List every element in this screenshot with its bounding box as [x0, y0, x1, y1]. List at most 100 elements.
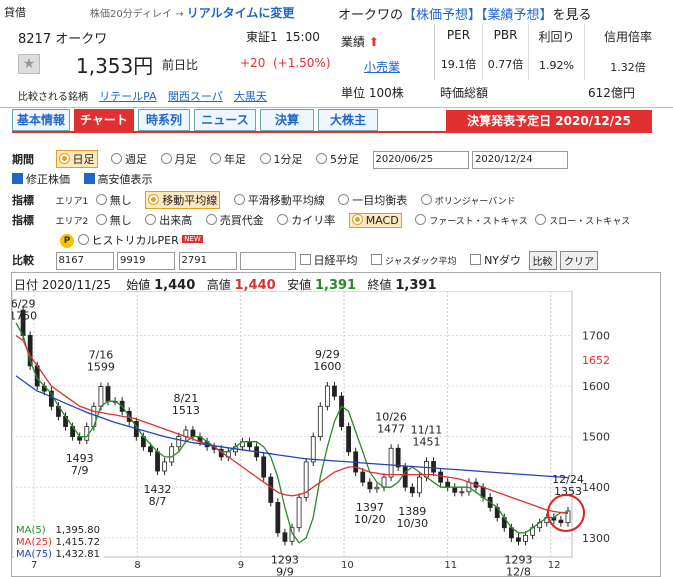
area1-none[interactable]: 無し	[95, 192, 132, 208]
tab-timeseries[interactable]: 時系列	[138, 109, 190, 131]
area2-macd[interactable]: MACD	[348, 213, 402, 228]
x-tick-label: 9	[238, 560, 244, 571]
compare-code-input[interactable]: 9919	[117, 251, 175, 270]
compare-code-input[interactable]: 8167	[55, 251, 114, 270]
candle-body	[402, 466, 408, 488]
area2-none[interactable]: 無し	[95, 212, 132, 228]
area2-volume[interactable]: 出来高	[145, 212, 192, 228]
date-to-input[interactable]: 2020/12/24	[472, 151, 568, 169]
hilo-checkbox[interactable]: 高安値表示	[83, 171, 153, 187]
radio-icon	[210, 153, 221, 164]
candle-body	[268, 476, 274, 503]
x-tick-label: 8	[134, 560, 140, 571]
compare-button[interactable]: 比較	[528, 251, 557, 270]
market-cap-value: 612億円	[588, 86, 635, 100]
indicator-label: 指標	[12, 214, 34, 227]
adjust-checkbox[interactable]: 修正株価	[12, 171, 70, 187]
period-monthly[interactable]: 月足	[160, 151, 197, 167]
compare-stocks: 比較される銘柄 リテールPA 関西スーパ 大黒天	[18, 88, 267, 104]
realtime-link[interactable]: リアルタイムに変更	[187, 6, 295, 20]
stock-price: 1,353円	[76, 54, 154, 78]
option-label: ファースト・ストキャス	[429, 217, 528, 227]
area1-ema[interactable]: 平滑移動平均線	[233, 192, 325, 208]
period-1min[interactable]: 1分足	[259, 151, 303, 167]
compare-link[interactable]: リテールPA	[99, 90, 156, 103]
metric-header: 利回り	[538, 30, 575, 44]
area2-historical-per[interactable]: ヒストリカルPER NEW	[77, 232, 203, 248]
tab-kessan[interactable]: 決算	[260, 109, 314, 131]
candle-body	[438, 471, 444, 483]
sector-link[interactable]: 小売業	[364, 58, 400, 75]
nydow-checkbox[interactable]: NYダウ	[470, 252, 521, 268]
y-tick-label: 1400	[582, 481, 610, 494]
nikkei-checkbox[interactable]: 日経平均	[299, 252, 358, 268]
exchange-time: 東証1 15:00	[246, 28, 320, 45]
option-label: 日足	[72, 153, 95, 166]
candle-body	[155, 451, 160, 472]
tab-shareholders[interactable]: 大株主	[318, 109, 378, 131]
date-from-input[interactable]: 2020/06/25	[372, 151, 469, 169]
candle-body	[296, 496, 302, 529]
annotation-value: 1513	[172, 404, 200, 417]
candle-body	[416, 476, 422, 494]
period-yearly[interactable]: 年足	[210, 151, 246, 167]
option-label: 一目均衡表	[352, 194, 408, 207]
radio-icon	[233, 194, 245, 205]
market-cap-label: 時価総額	[440, 86, 489, 100]
per-row: P ヒストリカルPER NEW	[60, 232, 673, 248]
radio-icon	[415, 214, 427, 225]
adjust-row: 修正株価 高安値表示	[12, 171, 662, 187]
area2-slow-stoch[interactable]: スロー・ストキャス	[535, 214, 630, 227]
area1-row: 指標 エリア1 無し 移動平均線 平滑移動平均線 一目均衡表 ボリンジャーバンド	[12, 191, 662, 209]
radio-icon	[259, 153, 271, 164]
checkbox-icon	[83, 173, 95, 184]
checkbox-icon	[299, 253, 311, 265]
legend-value: 1,395.80	[55, 525, 100, 536]
close-label: 終値	[367, 278, 392, 292]
candle-body	[409, 486, 415, 494]
chart-panel: 日付 2020/11/25 始値 1,440 高値 1,440 安値 1,391…	[11, 272, 661, 577]
metric-pbr: PBR 0.77倍	[483, 24, 529, 80]
x-tick-label: 11	[444, 560, 457, 571]
period-weekly[interactable]: 週足	[111, 151, 147, 167]
area2-kairi[interactable]: カイリ率	[277, 212, 335, 228]
radio-icon	[316, 153, 327, 164]
tab-basic[interactable]: 基本情報	[12, 109, 70, 131]
option-label: 5分足	[330, 153, 359, 166]
area2-turnover[interactable]: 売買代金	[205, 212, 264, 228]
radio-icon	[535, 214, 547, 225]
compare-link[interactable]: 大黒天	[234, 90, 267, 103]
area1-bollinger[interactable]: ボリンジャーバンド	[420, 194, 516, 207]
candle-body	[261, 456, 267, 478]
option-label: NYダウ	[484, 253, 522, 267]
period-row: 期間 日足 週足 月足 年足 1分足 5分足 2020/06/25 2020/1…	[12, 150, 662, 169]
tab-news[interactable]: ニュース	[194, 109, 256, 131]
earnings-forecast-link[interactable]: 【業績予想】	[481, 8, 553, 23]
period-5min[interactable]: 5分足	[316, 151, 359, 167]
compare-code-input[interactable]: 2791	[178, 251, 237, 270]
y-tick-label: 1300	[582, 532, 610, 545]
price-chart[interactable]: 1300140015001600170016527 8 9 10 11 126/29175…	[12, 291, 660, 576]
checkbox-icon	[371, 253, 382, 265]
compare-code-input[interactable]	[240, 251, 296, 270]
y-tick-label: 1600	[582, 380, 610, 393]
area1-ma[interactable]: 移動平均線	[145, 191, 221, 209]
compare-link[interactable]: 関西スーパ	[168, 90, 223, 103]
annotation-date: 7/9	[71, 464, 89, 477]
area1-ichimoku[interactable]: 一目均衡表	[338, 192, 407, 208]
option-label: 年足	[224, 153, 246, 166]
stock-forecast-link[interactable]: 【株価予想】	[403, 8, 481, 23]
period-daily[interactable]: 日足	[55, 150, 98, 168]
candle-body	[346, 426, 352, 453]
area2-fast-stoch[interactable]: ファースト・ストキャス	[415, 214, 528, 227]
x-tick-label: 12	[548, 560, 561, 571]
star-icon[interactable]: ★	[18, 54, 40, 74]
option-label: 移動平均線	[162, 194, 218, 207]
candle-body	[395, 447, 401, 468]
candle-body	[317, 405, 323, 438]
jasdaq-checkbox[interactable]: ジャスダック平均	[371, 253, 457, 267]
tab-chart[interactable]: チャート	[74, 109, 134, 131]
clear-button[interactable]: クリア	[560, 251, 599, 270]
premium-icon: P	[60, 234, 74, 248]
annotation-value: 1451	[412, 435, 440, 448]
